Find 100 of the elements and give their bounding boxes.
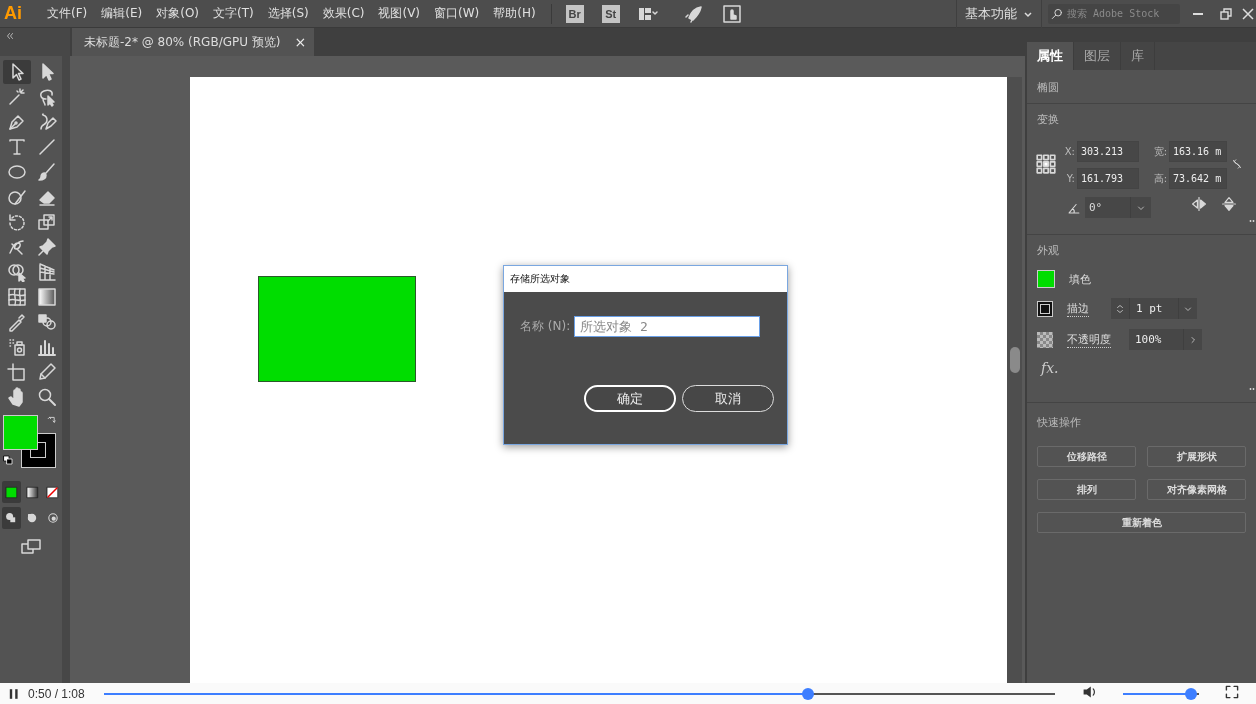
field-label: X: bbox=[1063, 146, 1076, 157]
quick-action-button[interactable]: 扩展形状 bbox=[1147, 446, 1246, 467]
close-tab-button[interactable]: × bbox=[294, 34, 307, 50]
hand-pointer-icon[interactable] bbox=[721, 3, 742, 24]
field-label: 高: bbox=[1152, 171, 1168, 186]
bar-chart-icon bbox=[37, 337, 57, 357]
quick-action-button[interactable]: 对齐像素网格 bbox=[1147, 479, 1246, 500]
draw-inside-icon bbox=[45, 511, 60, 525]
rectangle-shape[interactable] bbox=[258, 276, 416, 382]
value-field[interactable]: 303.213 bbox=[1077, 141, 1139, 162]
bridge-button[interactable]: Br bbox=[565, 4, 584, 23]
section-title: 变换 bbox=[1037, 113, 1059, 126]
search-icon bbox=[1051, 6, 1064, 21]
dialog-button[interactable]: 确定 bbox=[584, 385, 676, 412]
workspace-dropdown[interactable]: 基本功能 bbox=[956, 0, 1042, 28]
panel-tab[interactable]: 属性 bbox=[1027, 42, 1074, 70]
checkerboard-icon bbox=[1037, 331, 1053, 348]
menu-item[interactable]: 窗口(W) bbox=[429, 5, 485, 22]
curvature-pen-icon bbox=[37, 112, 57, 132]
menu-item[interactable]: 对象(O) bbox=[151, 5, 205, 22]
screen-mode-icon[interactable] bbox=[18, 537, 44, 557]
pen-icon bbox=[7, 112, 27, 132]
draw-behind-icon bbox=[25, 511, 39, 525]
stroke-weight-field[interactable]: 1 pt bbox=[1111, 298, 1197, 319]
field-label: Y: bbox=[1065, 173, 1076, 184]
line-icon bbox=[37, 137, 57, 157]
stroke-label[interactable]: 描边 bbox=[1067, 300, 1089, 317]
shape-builder-icon bbox=[7, 262, 27, 282]
collapse-panels-icon[interactable] bbox=[4, 31, 16, 41]
blend-icon bbox=[37, 312, 57, 332]
puppet-warp-icon bbox=[7, 237, 27, 257]
field-label: 宽: bbox=[1152, 144, 1168, 159]
reference-point-icon[interactable] bbox=[1035, 152, 1057, 175]
quick-action-button[interactable]: 重新着色 bbox=[1037, 512, 1246, 533]
flip-horizontal-icon[interactable] bbox=[1191, 195, 1207, 212]
quick-action-button[interactable]: 排列 bbox=[1037, 479, 1136, 500]
scale-icon bbox=[37, 212, 57, 232]
value-field[interactable]: 161.793 bbox=[1077, 168, 1139, 189]
value-field[interactable]: 73.642 m bbox=[1169, 168, 1227, 189]
type-icon bbox=[7, 137, 27, 157]
panel-tab[interactable]: 库 bbox=[1121, 42, 1155, 70]
menu-item[interactable]: 帮助(H) bbox=[488, 5, 541, 22]
shaper-icon bbox=[7, 187, 27, 207]
section-title: 外观 bbox=[1037, 244, 1059, 257]
stroke-color-swatch[interactable] bbox=[1037, 300, 1053, 317]
pause-icon[interactable] bbox=[8, 686, 20, 701]
more-icon[interactable] bbox=[1248, 218, 1256, 224]
ellipse-icon bbox=[7, 162, 27, 182]
pencil-icon bbox=[37, 362, 57, 382]
effects-button[interactable]: fx. bbox=[1041, 360, 1059, 376]
app-logo: Ai bbox=[3, 3, 23, 24]
chevron-right-icon bbox=[1188, 334, 1198, 345]
gradient-mode-icon bbox=[24, 484, 40, 500]
name-label: 名称 (N): bbox=[520, 318, 571, 335]
menu-item[interactable]: 文字(T) bbox=[208, 5, 259, 22]
document-title: 未标题-2* @ 80% (RGB/GPU 预览) bbox=[84, 33, 281, 51]
menu-item[interactable]: 编辑(E) bbox=[96, 5, 148, 22]
menu-item[interactable]: 文件(F) bbox=[42, 5, 93, 22]
more-icon[interactable] bbox=[1248, 386, 1256, 392]
fullscreen-icon[interactable] bbox=[1225, 685, 1239, 699]
quick-action-button[interactable]: 位移路径 bbox=[1037, 446, 1136, 467]
name-input[interactable]: 所选对象 2 bbox=[574, 316, 761, 337]
draw-normal-button[interactable] bbox=[2, 507, 21, 529]
stock-button[interactable]: St bbox=[601, 4, 620, 23]
vertical-scrollbar[interactable] bbox=[1007, 77, 1022, 683]
selection-arrow-tool[interactable] bbox=[3, 60, 31, 84]
angle-dropdown[interactable]: 0° bbox=[1085, 197, 1151, 218]
none-mode-icon bbox=[45, 484, 61, 500]
color-mode-button[interactable] bbox=[2, 481, 21, 503]
symbol-sprayer-icon bbox=[7, 337, 27, 357]
fill-label: 填色 bbox=[1069, 271, 1091, 287]
opacity-field[interactable]: 100% bbox=[1129, 329, 1202, 350]
time-display: 0:50 / 1:08 bbox=[28, 686, 86, 701]
menu-item[interactable]: 选择(S) bbox=[262, 5, 314, 22]
menu-item[interactable]: 效果(C) bbox=[317, 5, 370, 22]
paintbrush-icon bbox=[37, 162, 57, 182]
opacity-label[interactable]: 不透明度 bbox=[1067, 331, 1111, 348]
zoom-icon bbox=[37, 387, 57, 407]
menu-item[interactable]: 视图(V) bbox=[373, 5, 426, 22]
slider-thumb[interactable] bbox=[801, 687, 814, 700]
lasso-icon bbox=[37, 87, 57, 107]
fill-stroke-swatch-drawing[interactable] bbox=[3, 415, 56, 468]
rocket-icon[interactable] bbox=[683, 3, 704, 24]
document-tab[interactable]: 未标题-2* @ 80% (RGB/GPU 预览) × bbox=[72, 28, 315, 56]
flip-vertical-icon[interactable] bbox=[1221, 195, 1237, 212]
perspective-grid-icon bbox=[37, 262, 57, 282]
restore-icon bbox=[1220, 7, 1232, 20]
panel-tab[interactable]: 图层 bbox=[1074, 42, 1121, 70]
dialog-title: 存储所选对象 bbox=[504, 266, 787, 292]
slider-thumb[interactable] bbox=[1185, 687, 1198, 700]
gradient-icon bbox=[37, 287, 57, 307]
fill-color-swatch[interactable] bbox=[1037, 270, 1055, 288]
dialog-button[interactable]: 取消 bbox=[682, 385, 774, 412]
stock-search-field[interactable]: 搜索 Adobe Stock bbox=[1048, 3, 1180, 24]
default-colors-icon[interactable] bbox=[3, 455, 13, 465]
rotate-icon bbox=[7, 212, 27, 232]
magic-wand-icon bbox=[7, 87, 27, 107]
value-field[interactable]: 163.16 m bbox=[1169, 141, 1227, 162]
color-mode-icon bbox=[3, 484, 19, 500]
eyedropper-icon bbox=[7, 312, 27, 332]
